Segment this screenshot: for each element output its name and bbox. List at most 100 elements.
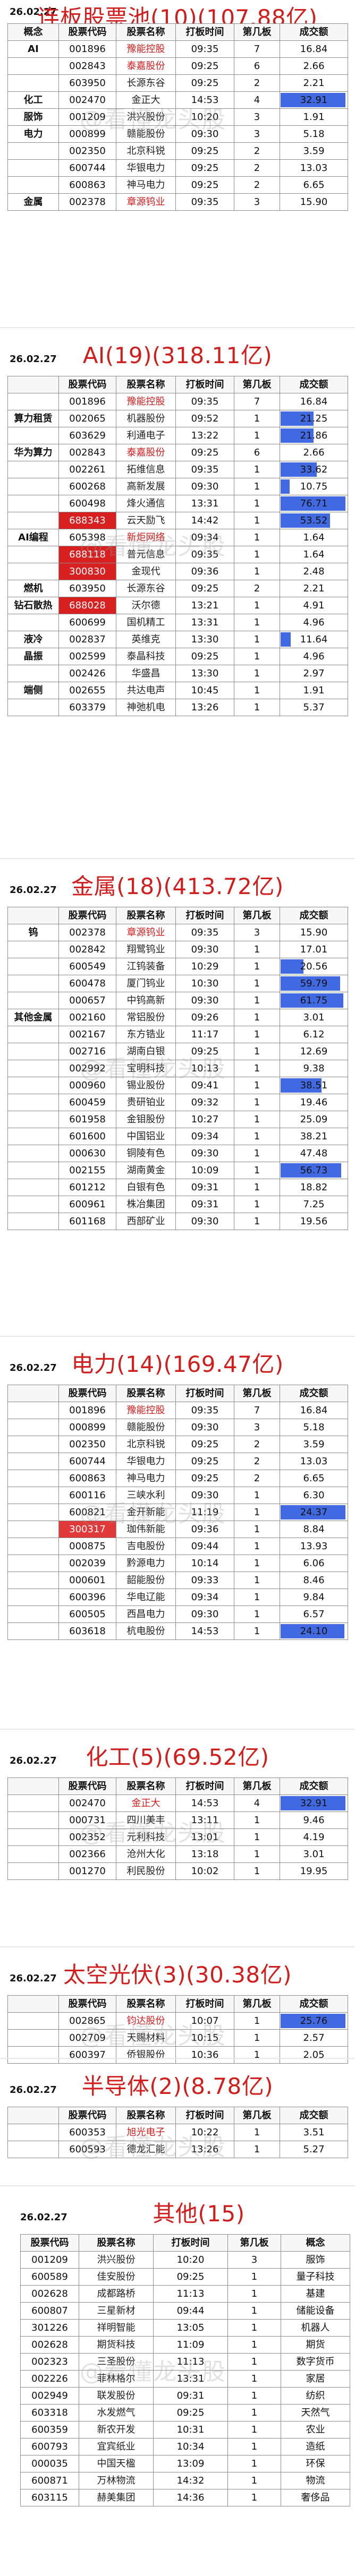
table-row[interactable]: 002628 成都路桥 11:13 1 基建 — [20, 2285, 350, 2303]
table-row[interactable]: 钨 002378 章源钨业 09:35 3 15.90 — [7, 924, 348, 941]
table-row[interactable]: 603318 水发燃气 09:25 1 天然气 — [20, 2404, 350, 2422]
table-row[interactable]: 688118 普元信息 09:35 1 1.64 — [7, 546, 348, 563]
table-row[interactable]: 600871 万林物流 14:32 1 物流 — [20, 2472, 350, 2489]
table-row[interactable]: 002350 北京科锐 09:25 2 3.59 — [7, 142, 348, 160]
table-row[interactable]: 001209 洪兴股份 10:20 3 服饰 — [20, 2251, 350, 2269]
table-row[interactable]: 001270 利民股份 10:02 1 19.95 — [7, 1862, 348, 1880]
table-row[interactable]: 002842 翔鹭钨业 09:30 1 17.01 — [7, 941, 348, 958]
table-row[interactable]: 化工 002470 金正大 14:53 4 32.91 — [7, 91, 348, 109]
table-row[interactable]: 600961 株冶集团 09:31 1 7.25 — [7, 1196, 348, 1213]
table-row[interactable]: 603115 赫美集团 14:36 1 奢侈品 — [20, 2489, 350, 2506]
table-row[interactable]: 603629 利通电子 13:22 1 21.86 — [7, 427, 348, 444]
table-row[interactable]: 603950 长源东谷 09:25 2 2.21 — [7, 74, 348, 92]
table-row[interactable]: 液冷 002837 英维克 13:30 1 11.64 — [7, 631, 348, 648]
table-row[interactable]: 601600 中国铝业 09:34 1 38.21 — [7, 1128, 348, 1145]
stock-name: 金正大 — [116, 1794, 176, 1812]
stock-code: 000899 — [58, 1419, 116, 1436]
table-row[interactable]: 300317 珈伟新能 09:36 1 8.84 — [7, 1521, 348, 1538]
table-row[interactable]: 华为算力 002843 泰嘉股份 09:25 6 2.66 — [7, 444, 348, 461]
table-row[interactable]: 300830 金现代 09:36 1 2.48 — [7, 563, 348, 580]
table-row[interactable]: 002949 联发股份 09:31 1 纺织 — [20, 2387, 350, 2405]
table-row[interactable]: 000035 中国天楹 13:09 1 环保 — [20, 2455, 350, 2472]
turnover: 15.90 — [280, 193, 348, 211]
table-row[interactable]: 600589 佳安股份 09:25 1 量子科技 — [20, 2268, 350, 2286]
table-row[interactable]: 600863 神马电力 09:25 2 6.65 — [7, 1470, 348, 1487]
table-row[interactable]: 600498 烽火通信 13:31 1 76.71 — [7, 495, 348, 512]
table-row[interactable]: 000899 赣能股份 09:30 3 5.18 — [7, 1419, 348, 1436]
stock-code: 688118 — [58, 546, 116, 563]
table-row[interactable]: 002350 北京科锐 09:25 2 3.59 — [7, 1436, 348, 1453]
table-row[interactable]: 001896 豫能控股 09:35 7 16.84 — [7, 1402, 348, 1419]
table-row[interactable]: 600359 新农开发 10:31 1 农业 — [20, 2421, 350, 2438]
table-row[interactable]: 002426 华盛昌 13:30 1 2.97 — [7, 665, 348, 682]
table-row[interactable]: 601212 白银有色 09:31 1 18.82 — [7, 1179, 348, 1196]
table-row[interactable]: 002992 宝明科技 10:13 1 9.38 — [7, 1060, 348, 1077]
table-row[interactable]: 600396 华电辽能 09:34 1 9.84 — [7, 1588, 348, 1606]
table-row[interactable]: 晶振 002599 泰晶科技 09:25 1 4.96 — [7, 648, 348, 665]
table-row[interactable]: 算力租赁 002065 机器股份 09:52 1 21.25 — [7, 410, 348, 427]
table-row[interactable]: 金属 002378 章源钨业 09:35 3 15.90 — [7, 193, 348, 211]
table-row[interactable]: 002716 湖南白银 09:25 1 12.69 — [7, 1043, 348, 1060]
table-row[interactable]: 600116 三峡水利 09:30 1 6.30 — [7, 1487, 348, 1504]
table-row[interactable]: 600593 德龙汇能 13:26 1 5.27 — [7, 2141, 348, 2158]
board-count: 1 — [227, 2404, 281, 2422]
table-row[interactable]: 000601 韶能股份 09:33 1 8.46 — [7, 1572, 348, 1589]
table-row[interactable]: 000630 铜陵有色 09:30 1 47.48 — [7, 1145, 348, 1162]
table-row[interactable]: 600549 江钨装备 10:29 1 20.56 — [7, 958, 348, 975]
table-row[interactable]: 600807 三星新材 09:44 1 储能设备 — [20, 2302, 350, 2320]
table-row[interactable]: 301226 祥明智能 13:05 1 机器人 — [20, 2319, 350, 2337]
table-row[interactable]: 002843 泰嘉股份 09:25 6 2.66 — [7, 57, 348, 75]
table-row[interactable]: 电力 000899 赣能股份 09:30 3 5.18 — [7, 125, 348, 143]
table-row[interactable]: 601958 金钼股份 10:27 1 25.09 — [7, 1111, 348, 1128]
table-row[interactable]: 002226 菲林格尔 13:31 1 家居 — [20, 2370, 350, 2388]
table-row[interactable]: AI编程 605398 新炬网络 09:34 1 1.64 — [7, 529, 348, 546]
table-row[interactable]: AI 001896 豫能控股 09:35 7 16.84 — [7, 40, 348, 58]
table-row[interactable]: 其他金属 002160 常铝股份 09:26 1 3.01 — [7, 1009, 348, 1026]
turnover: 2.21 — [280, 74, 348, 92]
table-row[interactable]: 603379 神弛机电 13:26 1 5.37 — [7, 699, 348, 716]
table-row[interactable]: 600863 神马电力 09:25 2 6.65 — [7, 176, 348, 194]
table-row[interactable]: 002366 沧州大化 13:18 1 3.01 — [7, 1845, 348, 1863]
table-row[interactable]: 600744 华银电力 09:25 2 13.03 — [7, 159, 348, 177]
turnover: 56.73 — [280, 1162, 348, 1179]
table-row[interactable]: 000731 四川美丰 13:11 1 9.46 — [7, 1811, 348, 1829]
table-row[interactable]: 002167 东方锆业 11:17 1 6.12 — [7, 1026, 348, 1043]
table-row[interactable]: 603618 杭电股份 14:53 1 24.10 — [7, 1622, 348, 1640]
table-row[interactable]: 000657 中钨高新 09:30 1 61.75 — [7, 992, 348, 1009]
table-row[interactable]: 端侧 002655 共达电声 10:45 1 1.91 — [7, 682, 348, 699]
table-row[interactable]: 001896 豫能控股 09:35 7 16.84 — [7, 393, 348, 410]
turnover-value: 2.48 — [303, 566, 325, 577]
table-row[interactable]: 600744 华银电力 09:25 2 13.03 — [7, 1453, 348, 1470]
table-row[interactable]: 服饰 001209 洪兴股份 10:20 3 1.91 — [7, 108, 348, 126]
table-row[interactable]: 600397 侨银股份 10:36 1 2.05 — [7, 2046, 348, 2064]
table-row[interactable]: 002039 黔源电力 10:14 1 6.06 — [7, 1555, 348, 1572]
table-row[interactable]: 600505 西昌电力 09:30 1 6.57 — [7, 1605, 348, 1623]
table-row[interactable]: 601168 西部矿业 09:30 1 19.56 — [7, 1213, 348, 1230]
table-row[interactable]: 002470 金正大 14:53 4 32.91 — [7, 1794, 348, 1812]
table-row[interactable]: 002709 天赐材料 10:15 1 2.57 — [7, 2029, 348, 2047]
concept-label — [7, 1162, 59, 1179]
turnover: 19.95 — [280, 1862, 348, 1880]
table-row[interactable]: 600268 高新发展 09:30 1 10.75 — [7, 478, 348, 495]
table-row[interactable]: 600793 宜宾纸业 10:34 1 造纸 — [20, 2438, 350, 2455]
table-row[interactable]: 002261 拓维信息 09:35 1 33.62 — [7, 461, 348, 478]
table-row[interactable]: 600478 厦门钨业 10:30 1 59.79 — [7, 975, 348, 992]
table-row[interactable]: 000960 锡业股份 09:41 1 38.51 — [7, 1077, 348, 1094]
table-row[interactable]: 600821 金开新能 11:19 1 24.37 — [7, 1504, 348, 1521]
table-row[interactable]: 钻石散热 688028 沃尔德 13:21 1 4.91 — [7, 597, 348, 614]
table-row[interactable]: 002628 期货科技 11:09 1 期货 — [20, 2336, 350, 2354]
table-row[interactable]: 600353 旭光电子 10:22 1 3.51 — [7, 2124, 348, 2141]
table-row[interactable]: 600459 贵研铂业 09:32 1 19.46 — [7, 1094, 348, 1111]
stock-name: 华银电力 — [116, 1453, 176, 1470]
table-row[interactable]: 燃机 603950 长源东谷 09:25 2 2.21 — [7, 580, 348, 597]
table-row[interactable]: 002155 湖南黄金 10:09 1 56.73 — [7, 1162, 348, 1179]
table-row[interactable]: 002323 三圣股份 11:13 1 数字货币 — [20, 2353, 350, 2371]
turnover: 33.62 — [280, 461, 348, 478]
table-row[interactable]: 002352 元利科技 13:01 1 4.19 — [7, 1828, 348, 1846]
stock-name: 长源东谷 — [116, 580, 176, 597]
turnover-bar — [281, 632, 291, 647]
table-row[interactable]: 000875 吉电股份 09:44 1 13.93 — [7, 1538, 348, 1555]
table-row[interactable]: 688343 云天励飞 14:42 1 53.52 — [7, 512, 348, 529]
table-row[interactable]: 002865 钧达股份 10:07 1 25.76 — [7, 2012, 348, 2030]
table-row[interactable]: 600699 国机精工 13:31 1 4.96 — [7, 614, 348, 631]
